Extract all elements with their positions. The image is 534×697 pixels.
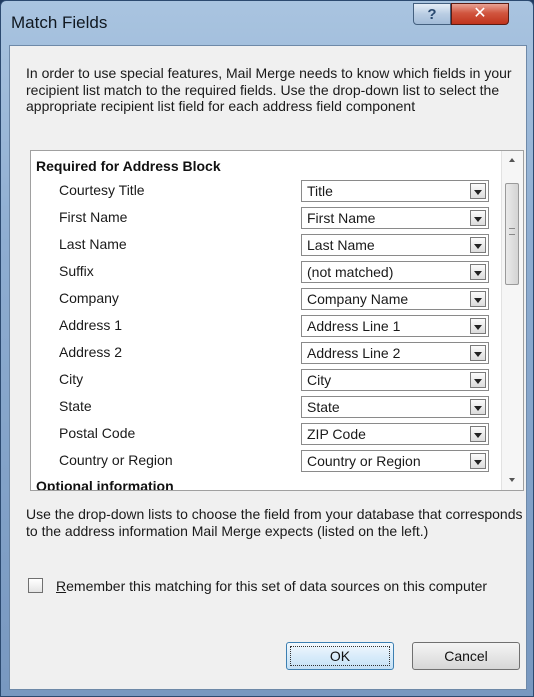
help-text: Use the drop-down lists to choose the fi…: [26, 506, 523, 539]
field-row: Company Company Name: [31, 285, 501, 312]
dialog-body: In order to use special features, Mail M…: [9, 45, 527, 690]
field-dropdown-value: Address Line 1: [307, 318, 401, 334]
field-label: Company: [59, 290, 119, 306]
chevron-down-icon[interactable]: [470, 210, 486, 226]
field-dropdown-value: Country or Region: [307, 453, 421, 469]
field-dropdown[interactable]: Last Name: [301, 234, 489, 256]
field-dropdown-value: Last Name: [307, 237, 375, 253]
field-row: Postal Code ZIP Code: [31, 420, 501, 447]
field-dropdown[interactable]: City: [301, 369, 489, 391]
help-button[interactable]: ?: [413, 3, 451, 25]
instructions-text: In order to use special features, Mail M…: [26, 65, 512, 114]
field-row: Country or Region Country or Region: [31, 447, 501, 474]
field-row: State State: [31, 393, 501, 420]
chevron-down-icon[interactable]: [470, 345, 486, 361]
field-label: State: [59, 398, 92, 414]
field-label: Suffix: [59, 263, 94, 279]
field-row: Suffix (not matched): [31, 258, 501, 285]
field-dropdown-value: Address Line 2: [307, 345, 401, 361]
cancel-button[interactable]: Cancel: [412, 642, 520, 670]
field-dropdown[interactable]: ZIP Code: [301, 423, 489, 445]
field-mapping-list[interactable]: Required for Address Block Courtesy Titl…: [30, 150, 524, 491]
ok-button-label: OK: [329, 648, 351, 664]
field-label: Postal Code: [59, 425, 136, 441]
field-label: City: [59, 371, 84, 387]
field-row: Last Name Last Name: [31, 231, 501, 258]
field-label: Courtesy Title: [59, 182, 145, 198]
field-dropdown[interactable]: Address Line 2: [301, 342, 489, 364]
remember-matching-text: emember this matching for this set of da…: [66, 578, 488, 594]
chevron-down-icon[interactable]: [470, 399, 486, 415]
dialog-title: Match Fields: [11, 13, 108, 32]
field-label: Last Name: [59, 236, 127, 252]
field-dropdown-value: City: [307, 372, 332, 388]
field-dropdown[interactable]: Address Line 1: [301, 315, 489, 337]
field-row: City City: [31, 366, 501, 393]
chevron-down-icon[interactable]: [470, 291, 486, 307]
field-dropdown-value: First Name: [307, 210, 376, 226]
remember-matching-label[interactable]: Remember this matching for this set of d…: [56, 578, 516, 595]
field-label: Address 2: [59, 344, 123, 360]
field-dropdown[interactable]: Title: [301, 180, 489, 202]
field-dropdown[interactable]: State: [301, 396, 489, 418]
chevron-down-icon[interactable]: [470, 237, 486, 253]
field-dropdown-value: State: [307, 399, 340, 415]
field-dropdown[interactable]: Country or Region: [301, 450, 489, 472]
field-label: Country or Region: [59, 452, 173, 468]
title-bar[interactable]: Match Fields ? ✕: [1, 1, 533, 45]
field-dropdown[interactable]: Company Name: [301, 288, 489, 310]
match-fields-dialog: Match Fields ? ✕ In order to use special…: [0, 0, 534, 697]
field-dropdown-value: Title: [307, 183, 333, 199]
scroll-down-icon[interactable]: [502, 472, 523, 490]
field-dropdown[interactable]: (not matched): [301, 261, 489, 283]
close-button[interactable]: ✕: [451, 3, 509, 25]
chevron-down-icon[interactable]: [470, 372, 486, 388]
field-dropdown-value: (not matched): [307, 264, 394, 280]
field-dropdown[interactable]: First Name: [301, 207, 489, 229]
ok-button[interactable]: OK: [286, 642, 394, 670]
accelerator-key: R: [56, 578, 67, 594]
chevron-down-icon[interactable]: [470, 318, 486, 334]
field-label: Address 1: [59, 317, 123, 333]
chevron-down-icon[interactable]: [470, 426, 486, 442]
scroll-up-icon[interactable]: [502, 151, 523, 169]
field-row: Address 1 Address Line 1: [31, 312, 501, 339]
field-row: Courtesy Title Title: [31, 177, 501, 204]
chevron-down-icon[interactable]: [470, 183, 486, 199]
field-row: Address 2 Address Line 2: [31, 339, 501, 366]
field-row: First Name First Name: [31, 204, 501, 231]
field-dropdown-value: Company Name: [307, 291, 409, 307]
field-label: First Name: [59, 209, 128, 225]
remember-matching-checkbox[interactable]: [28, 578, 43, 593]
vertical-scrollbar[interactable]: [501, 151, 523, 490]
scroll-thumb[interactable]: [505, 183, 519, 285]
required-section-header: Required for Address Block: [36, 158, 221, 174]
field-dropdown-value: ZIP Code: [307, 426, 366, 442]
optional-section-header: Optional information: [36, 478, 174, 491]
chevron-down-icon[interactable]: [470, 453, 486, 469]
chevron-down-icon[interactable]: [470, 264, 486, 280]
